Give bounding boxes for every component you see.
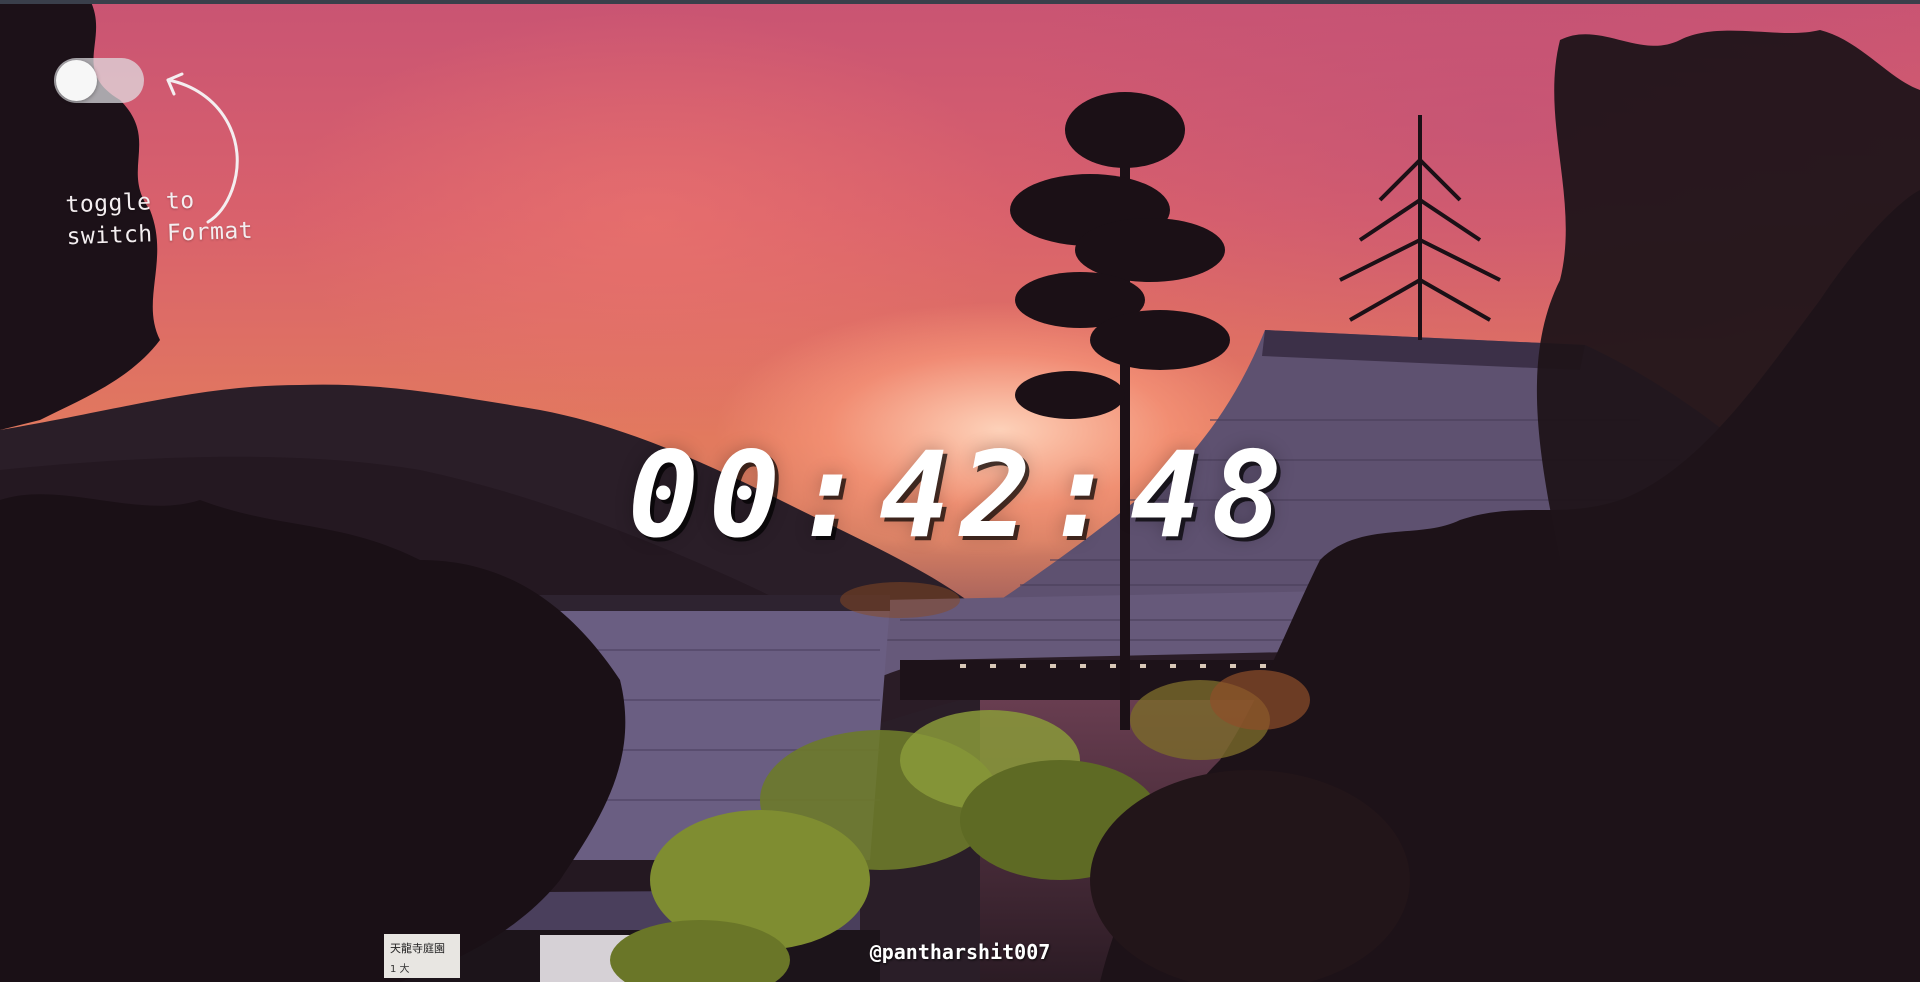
toggle-knob[interactable] — [56, 60, 97, 101]
clock-minutes: 42 — [878, 426, 1042, 564]
clock-display: 00:42:48 — [0, 430, 1920, 560]
clock-hours: 00 — [627, 426, 790, 564]
clock-separator: : — [793, 426, 875, 564]
spiky-pine — [1339, 115, 1501, 340]
photo-credit: @pantharshit007 — [869, 940, 1051, 964]
clock-seconds: 48 — [1130, 426, 1293, 564]
toggle-hint: toggle to switch Format — [65, 183, 254, 253]
clock-separator: : — [1045, 426, 1127, 564]
toggle-hint-line2: switch Format — [66, 217, 254, 251]
top-edge-bar — [0, 0, 1920, 4]
format-toggle[interactable] — [54, 58, 144, 103]
